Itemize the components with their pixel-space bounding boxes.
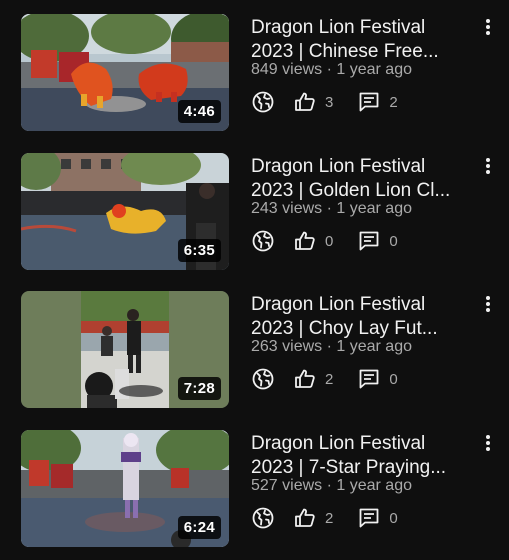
like-count: 3 [325,93,334,111]
video-actions: 2 0 [251,367,398,391]
video-item[interactable]: 6:35 Dragon Lion Festival 2023 | Golden … [0,153,509,273]
video-actions: 3 2 [251,90,398,114]
video-meta: 527 views · 1 year ago [251,477,412,495]
video-duration: 6:35 [177,239,221,262]
video-duration: 7:28 [177,377,221,400]
meta-separator: · [326,477,332,494]
video-title[interactable]: Dragon Lion Festival 2023 | Golden Lion … [251,155,471,203]
video-duration: 4:46 [177,100,221,123]
video-item[interactable]: 4:46 Dragon Lion Festival 2023 | Chinese… [0,14,509,134]
like-count: 2 [325,370,334,388]
more-vert-icon[interactable] [483,16,493,38]
meta-separator: · [326,61,332,78]
video-thumbnail[interactable]: 6:35 [21,153,229,270]
globe-icon[interactable] [251,229,275,253]
comment-count: 0 [389,509,398,527]
comments[interactable]: 0 [357,506,398,530]
video-item[interactable]: 6:24 Dragon Lion Festival 2023 | 7-Star … [0,430,509,550]
globe-icon[interactable] [251,367,275,391]
view-count: 849 views [251,61,323,78]
video-actions: 0 0 [251,229,398,253]
likes[interactable]: 2 [293,506,333,530]
comment-count: 2 [389,93,398,111]
like-count: 0 [325,232,334,250]
view-count: 263 views [251,338,323,355]
more-vert-icon[interactable] [483,432,493,454]
video-duration: 6:24 [177,516,221,539]
upload-age: 1 year ago [336,200,412,217]
video-thumbnail[interactable]: 7:28 [21,291,229,408]
upload-age: 1 year ago [336,477,412,494]
upload-age: 1 year ago [336,338,412,355]
comment-icon [359,369,379,389]
comment-icon [359,231,379,251]
upload-age: 1 year ago [336,61,412,78]
thumbs-up-icon [295,369,315,388]
video-meta: 243 views · 1 year ago [251,200,412,218]
globe-icon[interactable] [251,90,275,114]
video-list: 4:46 Dragon Lion Festival 2023 | Chinese… [0,0,509,560]
comment-count: 0 [389,370,398,388]
comment-icon [359,92,379,112]
globe-icon[interactable] [251,506,275,530]
view-count: 527 views [251,477,323,494]
video-actions: 2 0 [251,506,398,530]
video-title[interactable]: Dragon Lion Festival 2023 | Chinese Free… [251,16,471,64]
video-thumbnail[interactable]: 4:46 [21,14,229,131]
video-thumbnail[interactable]: 6:24 [21,430,229,547]
comment-icon [359,508,379,528]
video-meta: 849 views · 1 year ago [251,61,412,79]
thumbs-up-icon [295,92,315,111]
meta-separator: · [326,200,332,217]
comment-count: 0 [389,232,398,250]
likes[interactable]: 2 [293,367,333,391]
likes[interactable]: 3 [293,90,333,114]
thumbs-up-icon [295,508,315,527]
comments[interactable]: 0 [357,229,398,253]
comments[interactable]: 0 [357,367,398,391]
more-vert-icon[interactable] [483,293,493,315]
more-vert-icon[interactable] [483,155,493,177]
video-title[interactable]: Dragon Lion Festival 2023 | Choy Lay Fut… [251,293,471,341]
video-item[interactable]: 7:28 Dragon Lion Festival 2023 | Choy La… [0,291,509,411]
like-count: 2 [325,509,334,527]
comments[interactable]: 2 [357,90,398,114]
meta-separator: · [326,338,332,355]
view-count: 243 views [251,200,323,217]
thumbs-up-icon [295,231,315,250]
video-title[interactable]: Dragon Lion Festival 2023 | 7-Star Prayi… [251,432,471,480]
likes[interactable]: 0 [293,229,333,253]
video-meta: 263 views · 1 year ago [251,338,412,356]
